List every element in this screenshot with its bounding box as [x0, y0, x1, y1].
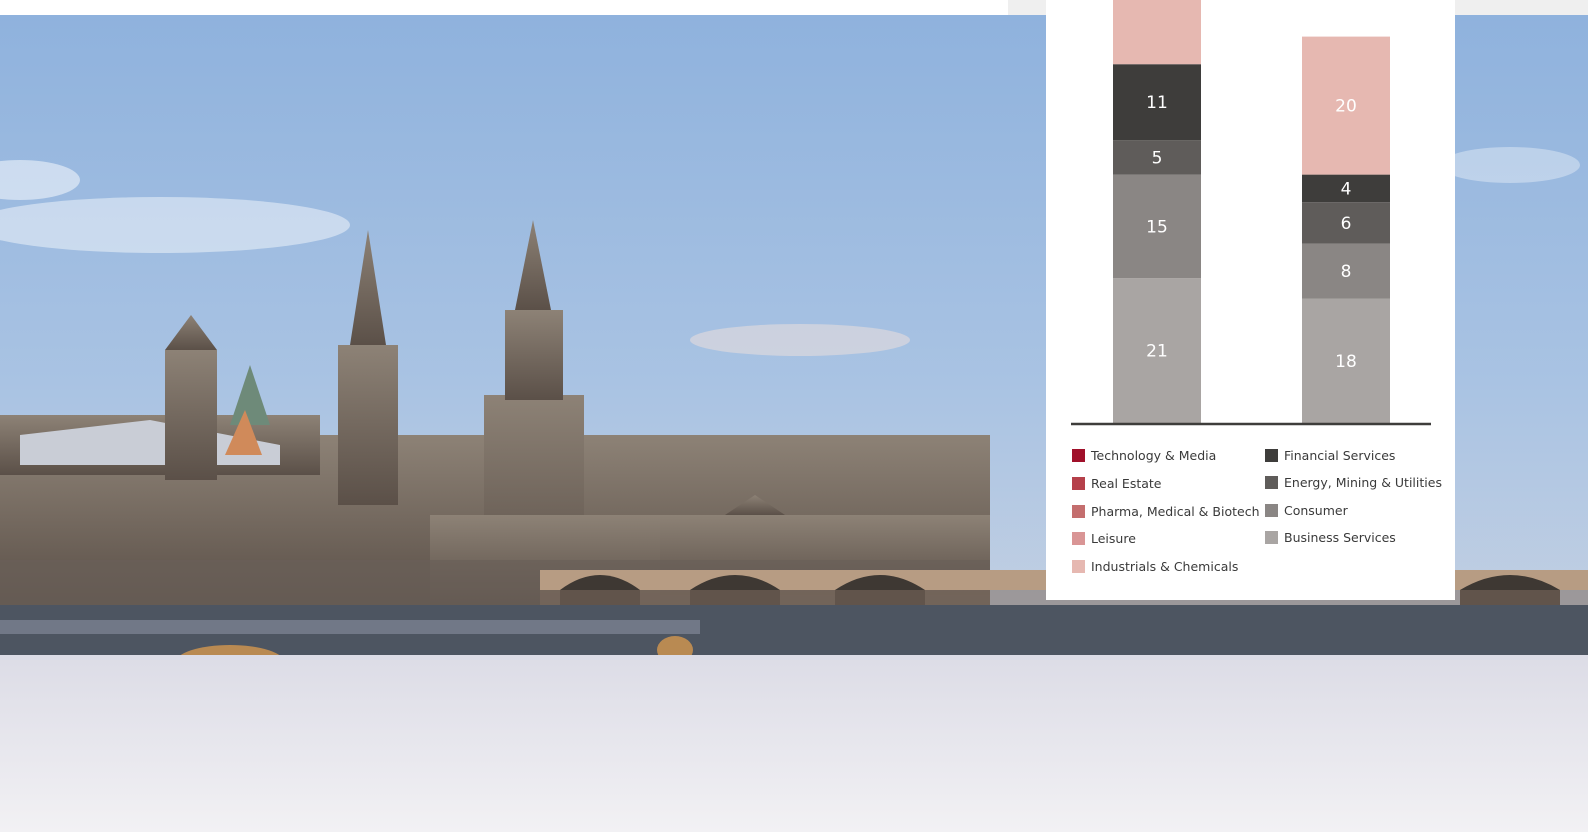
legend-label: Business Services: [1284, 529, 1396, 545]
legend-swatch: [1072, 559, 1085, 573]
legend-label: Real Estate: [1091, 475, 1162, 491]
chart-card: 21 15 5 11 18 8 6 4 20 Technology & Media Real E…: [1046, 0, 1455, 600]
legend-item-real-estate: Real Estate: [1072, 474, 1161, 492]
legend-label: Pharma, Medical & Biotech: [1091, 503, 1260, 519]
data-label: 11: [1146, 93, 1168, 113]
legend-item-industrials-chemicals: Industrials & Chemicals: [1072, 557, 1238, 575]
top-strip: [0, 0, 1008, 15]
legend-swatch: [1265, 448, 1278, 462]
legend-item-consumer: Consumer: [1265, 501, 1348, 519]
bar-segment: [1113, 0, 1201, 65]
legend-swatch: [1072, 531, 1085, 545]
legend-label: Industrials & Chemicals: [1091, 558, 1239, 574]
legend-item-technology-media: Technology & Media: [1072, 446, 1216, 464]
legend-label: Financial Services: [1284, 447, 1396, 463]
legend-swatch: [1072, 476, 1085, 490]
data-label: 15: [1146, 217, 1168, 237]
data-label: 6: [1341, 214, 1352, 234]
legend-swatch: [1072, 504, 1085, 518]
legend-item-pharma-medical-biotech: Pharma, Medical & Biotech: [1072, 502, 1260, 520]
chart-legend: Technology & Media Real Estate Pharma, M…: [1072, 446, 1452, 586]
legend-item-financial-services: Financial Services: [1265, 446, 1395, 464]
legend-swatch: [1265, 503, 1278, 517]
data-label: 4: [1341, 179, 1352, 199]
data-label: 21: [1146, 342, 1168, 362]
legend-label: Energy, Mining & Utilities: [1284, 474, 1442, 490]
legend-item-leisure: Leisure: [1072, 529, 1136, 547]
legend-item-business-services: Business Services: [1265, 528, 1396, 546]
data-label: 5: [1152, 148, 1163, 168]
data-label: 20: [1335, 97, 1357, 117]
legend-swatch: [1265, 475, 1278, 489]
legend-swatch: [1072, 448, 1085, 462]
data-label: 8: [1341, 262, 1352, 282]
stacked-bar-chart: 21 15 5 11 18 8 6 4 20: [1071, 0, 1431, 426]
legend-swatch: [1265, 530, 1278, 544]
legend-label: Consumer: [1284, 502, 1348, 518]
data-label: 18: [1335, 352, 1357, 372]
legend-label: Leisure: [1091, 530, 1136, 546]
legend-label: Technology & Media: [1091, 447, 1217, 463]
legend-item-energy-mining-utilities: Energy, Mining & Utilities: [1265, 473, 1442, 491]
